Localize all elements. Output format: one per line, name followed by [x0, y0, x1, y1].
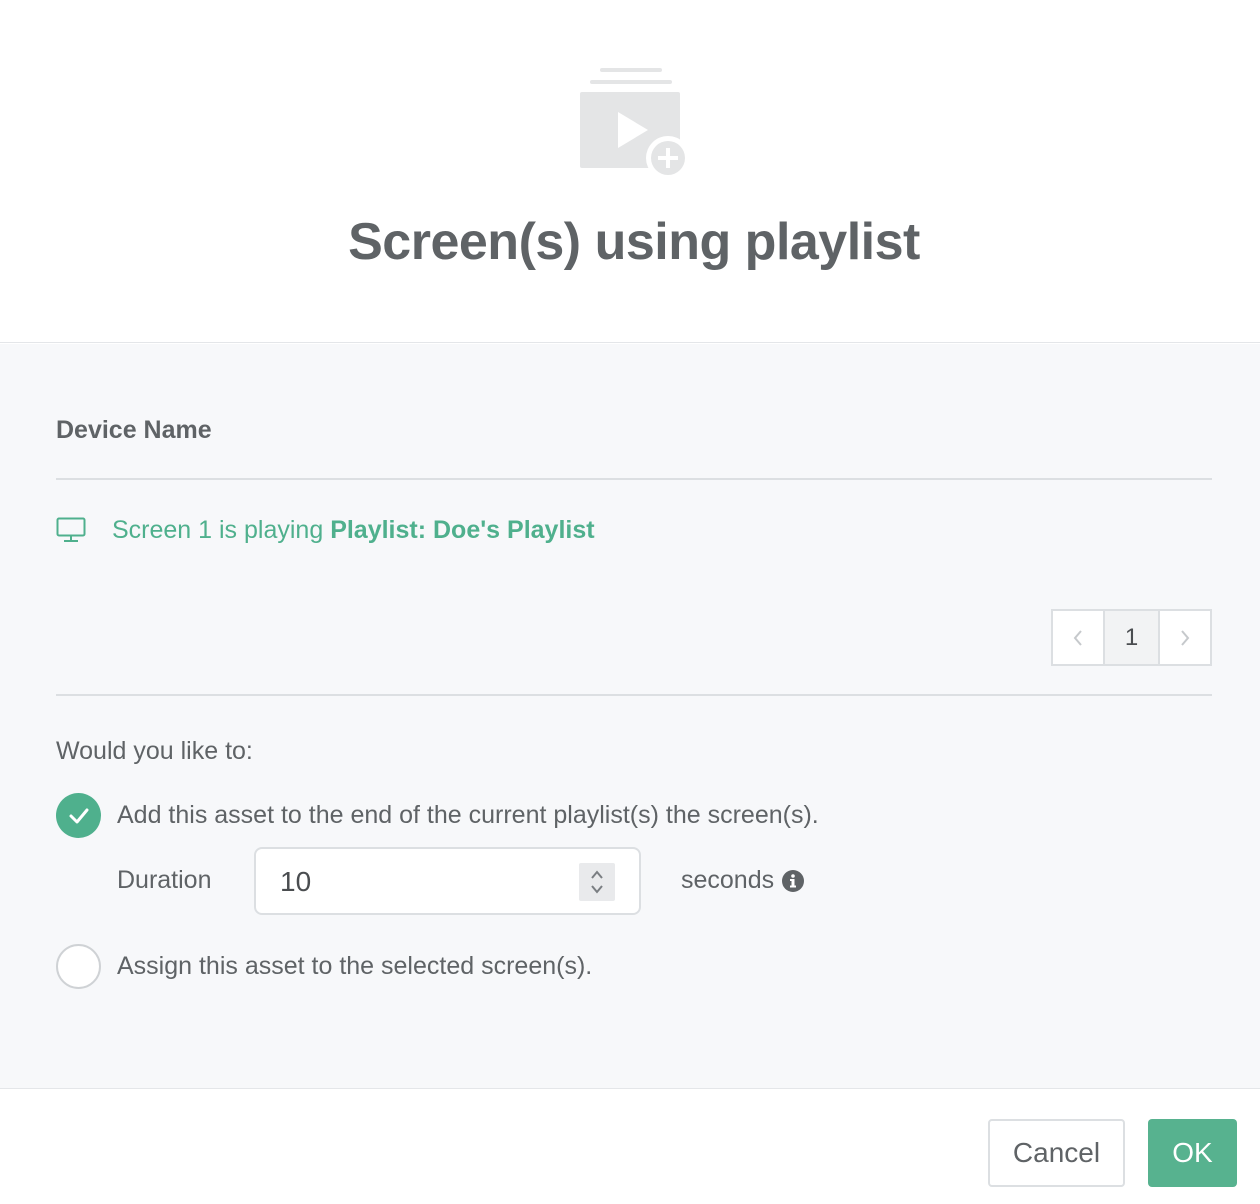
options-question: Would you like to:	[56, 737, 253, 765]
info-icon[interactable]	[782, 869, 805, 892]
dialog-footer: Cancel OK	[0, 1090, 1260, 1204]
playlist-add-icon	[570, 62, 700, 182]
stepper-arrows-icon[interactable]	[589, 867, 605, 897]
duration-label: Duration	[117, 866, 212, 894]
add-to-end-radio[interactable]	[56, 793, 101, 838]
duration-unit-label: seconds	[681, 866, 775, 894]
chevron-right-icon	[1181, 629, 1190, 646]
pagination: 1	[1051, 609, 1212, 666]
ok-button[interactable]: OK	[1148, 1119, 1237, 1187]
section-divider	[56, 694, 1212, 696]
assign-label: Assign this asset to the selected screen…	[117, 952, 593, 980]
duration-input[interactable]: 10	[254, 847, 641, 915]
add-to-end-label: Add this asset to the end of the current…	[117, 801, 819, 829]
checkmark-icon	[69, 808, 88, 823]
screens-using-playlist-dialog: Screen(s) using playlist Device Name Scr…	[0, 0, 1260, 1204]
device-row[interactable]: Screen 1 is playing Playlist: Doe's Play…	[56, 512, 595, 548]
duration-value[interactable]: 10	[280, 866, 311, 898]
header-divider	[56, 478, 1212, 480]
dialog-body: Device Name Screen 1 is playing Playlist…	[0, 344, 1260, 1089]
next-page-button[interactable]	[1160, 611, 1210, 664]
duration-stepper[interactable]	[579, 863, 615, 901]
device-name-header: Device Name	[56, 416, 212, 444]
cancel-button[interactable]: Cancel	[988, 1119, 1125, 1187]
dialog-header: Screen(s) using playlist	[0, 0, 1260, 343]
monitor-icon	[56, 517, 86, 543]
chevron-left-icon	[1073, 629, 1082, 646]
current-page[interactable]: 1	[1103, 611, 1160, 664]
duration-unit: seconds	[681, 866, 805, 895]
assign-radio[interactable]	[56, 944, 101, 989]
device-status-prefix: Screen 1 is playing	[112, 515, 331, 544]
option-add-to-end[interactable]: Add this asset to the end of the current…	[56, 793, 819, 838]
playlist-link[interactable]: Playlist: Doe's Playlist	[330, 516, 594, 544]
device-status-text[interactable]: Screen 1 is playing Playlist: Doe's Play…	[112, 516, 595, 545]
option-assign[interactable]: Assign this asset to the selected screen…	[56, 944, 592, 989]
dialog-title: Screen(s) using playlist	[348, 213, 920, 271]
prev-page-button[interactable]	[1053, 611, 1103, 664]
